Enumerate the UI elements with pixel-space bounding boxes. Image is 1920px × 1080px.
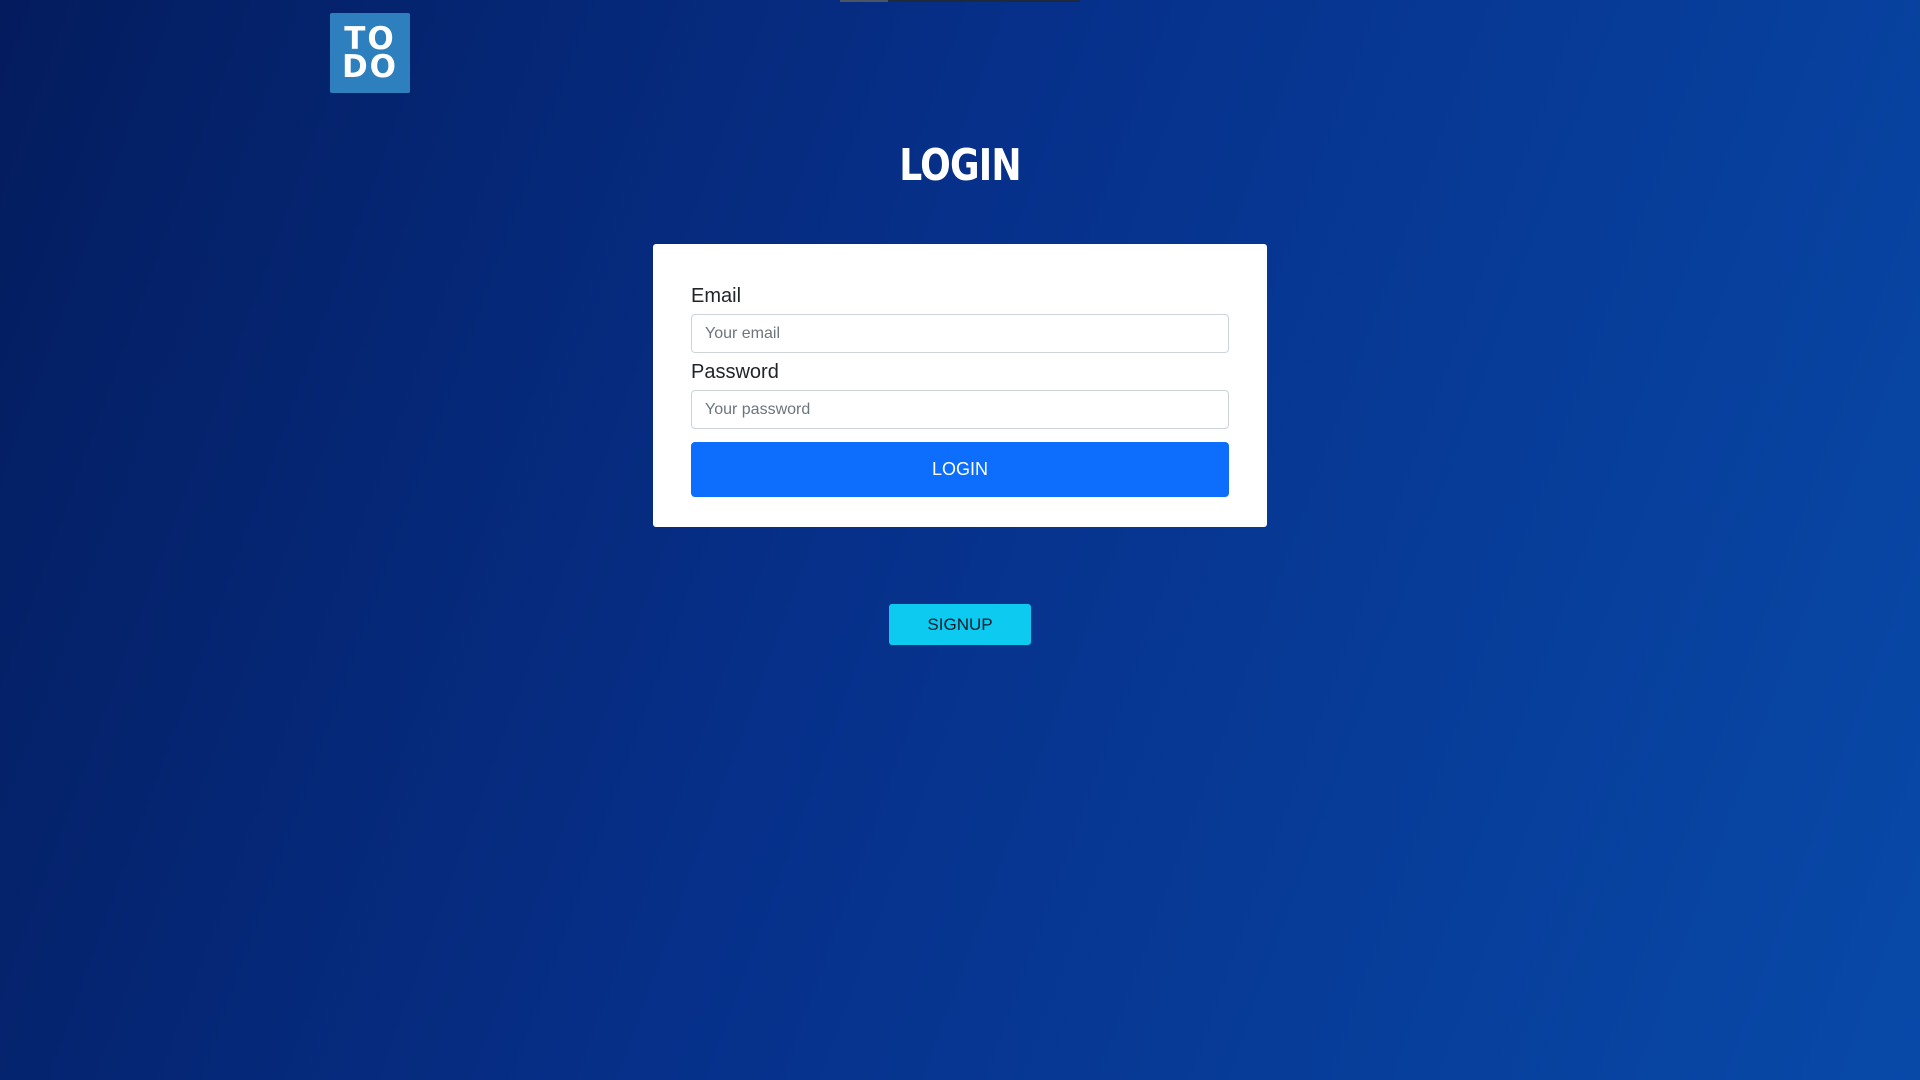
password-input[interactable]: [691, 390, 1229, 429]
email-input[interactable]: [691, 314, 1229, 353]
tab-indicator-segment: [840, 0, 888, 2]
email-label: Email: [691, 285, 742, 307]
todo-logo: TO DO: [330, 13, 410, 93]
signup-button[interactable]: SIGNUP: [889, 604, 1031, 645]
password-label: Password: [691, 361, 779, 383]
browser-tab-indicator: [840, 0, 1080, 2]
login-form-card: Email Password LOGIN: [653, 244, 1267, 527]
page-title: LOGIN: [899, 140, 1021, 191]
login-button[interactable]: LOGIN: [691, 442, 1229, 497]
logo-line-2: DO: [341, 49, 399, 85]
